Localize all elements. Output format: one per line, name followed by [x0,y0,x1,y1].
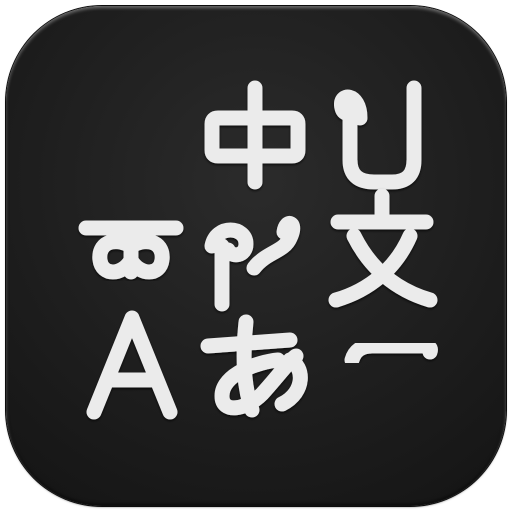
glyph-hiragana-a-icon [200,314,308,418]
glyph-chinese-wen-icon [328,188,438,308]
glyph-thai-icon [334,80,422,190]
glyph-grid [78,80,438,420]
glyph-sinhala-icon [204,216,301,312]
glyph-latin-a-icon [86,310,178,420]
app-icon-canvas [0,0,512,512]
glyph-devanagari-ka-icon [78,220,184,280]
glyph-chinese-zhong-icon [204,80,306,190]
glyph-katakana-long-vowel-icon [344,338,438,368]
